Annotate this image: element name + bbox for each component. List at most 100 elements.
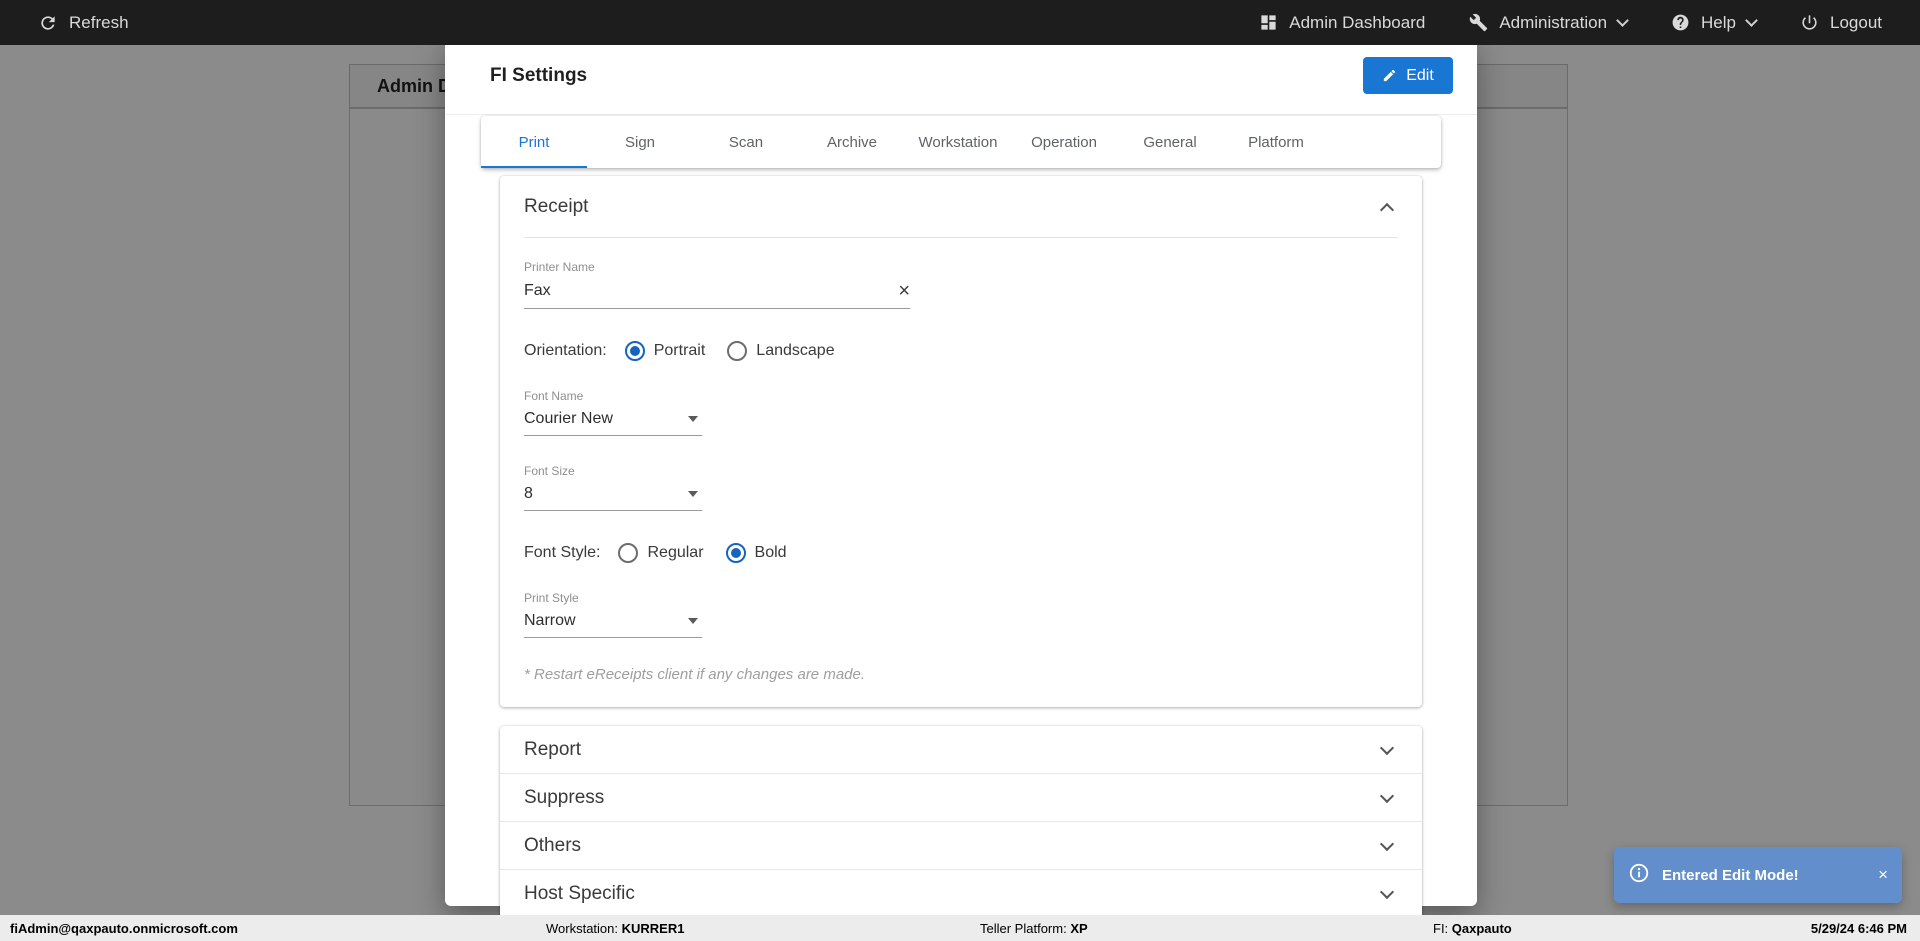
- fi-settings-dialog: FI Settings Edit Print Sign Scan Archive…: [445, 37, 1477, 918]
- accordion-report[interactable]: Report: [500, 726, 1422, 774]
- tab-general[interactable]: General: [1117, 116, 1223, 168]
- accordion-others-title: Others: [524, 834, 582, 856]
- receipt-accordion-header[interactable]: Receipt: [500, 176, 1422, 237]
- chevron-down-icon: [1379, 740, 1395, 755]
- font-name-group: Font Name Courier New: [524, 389, 702, 436]
- administration-label: Administration: [1499, 12, 1608, 32]
- chevron-down-icon: [1379, 788, 1395, 803]
- logout-button[interactable]: Logout: [1800, 13, 1882, 33]
- radio-regular[interactable]: Regular: [618, 543, 704, 563]
- dropdown-caret-icon: [688, 618, 698, 624]
- refresh-icon: [38, 13, 58, 33]
- tab-label: Archive: [826, 133, 878, 151]
- expand-button[interactable]: [1376, 739, 1398, 761]
- help-label: Help: [1701, 12, 1736, 32]
- tab-label: General: [1143, 133, 1197, 151]
- radio-portrait-label: Portrait: [653, 342, 706, 359]
- admin-dashboard-button[interactable]: Admin Dashboard: [1259, 13, 1425, 33]
- tab-operation[interactable]: Operation: [1011, 116, 1117, 168]
- expand-button[interactable]: [1376, 835, 1398, 857]
- logout-label: Logout: [1830, 12, 1882, 32]
- edit-mode-toast: Entered Edit Mode! ×: [1614, 847, 1902, 903]
- dropdown-caret-icon: [688, 416, 698, 422]
- chevron-down-icon: [1616, 13, 1629, 27]
- font-size-group: Font Size 8: [524, 464, 702, 511]
- tab-print[interactable]: Print: [481, 116, 587, 168]
- chevron-down-icon: [1745, 13, 1758, 27]
- chevron-down-icon: [1379, 836, 1395, 851]
- accordion-host-specific[interactable]: Host Specific: [500, 870, 1422, 918]
- tab-label: Platform: [1248, 133, 1304, 151]
- print-style-group: Print Style Narrow: [524, 591, 702, 638]
- chevron-down-icon: [1379, 884, 1395, 900]
- expand-button[interactable]: [1376, 883, 1398, 905]
- tab-label: Print: [518, 133, 550, 151]
- font-size-select[interactable]: 8: [524, 481, 702, 511]
- tab-archive[interactable]: Archive: [799, 116, 905, 168]
- printer-name-field[interactable]: Fax ×: [524, 277, 910, 309]
- toast-message: Entered Edit Mode!: [1662, 866, 1799, 884]
- radio-checked-icon: [725, 543, 746, 563]
- dialog-title: FI Settings: [490, 64, 588, 86]
- tab-label: Operation: [1031, 133, 1097, 151]
- tab-label: Sign: [624, 133, 656, 151]
- radio-checked-icon: [624, 341, 645, 361]
- printer-name-value: Fax: [524, 282, 551, 299]
- radio-bold-label: Bold: [754, 544, 787, 561]
- workstation-status: Workstation: KURRER1: [546, 921, 684, 936]
- wrench-icon: [1469, 13, 1488, 32]
- radio-landscape[interactable]: Landscape: [727, 341, 835, 361]
- radio-regular-label: Regular: [647, 544, 704, 561]
- user-email: fiAdmin@qaxpauto.onmicrosoft.com: [10, 921, 238, 936]
- radio-portrait[interactable]: Portrait: [624, 341, 706, 361]
- tab-sign[interactable]: Sign: [587, 116, 693, 168]
- administration-menu[interactable]: Administration: [1469, 12, 1629, 33]
- clear-icon[interactable]: ×: [898, 281, 910, 301]
- fi-value: Qaxpauto: [1451, 921, 1512, 936]
- teller-platform-status: Teller Platform: XP: [980, 921, 1088, 936]
- dialog-header: FI Settings Edit: [445, 37, 1477, 115]
- collapse-button[interactable]: [1376, 196, 1398, 218]
- accordion-host-specific-title: Host Specific: [524, 883, 635, 904]
- orientation-label: Orientation:: [524, 342, 607, 359]
- dashboard-grid-icon: [1259, 13, 1278, 32]
- radio-bold[interactable]: Bold: [725, 543, 787, 563]
- pencil-icon: [1384, 69, 1396, 82]
- teller-platform-value: XP: [1070, 921, 1088, 936]
- font-name-label: Font Name: [524, 389, 584, 403]
- fi-status: FI: Qaxpauto: [1433, 921, 1512, 936]
- toast-close-icon[interactable]: ×: [1878, 865, 1888, 885]
- accordion-report-title: Report: [524, 738, 582, 760]
- tab-scan[interactable]: Scan: [693, 116, 799, 168]
- edit-button-label: Edit: [1406, 66, 1434, 84]
- power-icon: [1800, 13, 1819, 32]
- chevron-up-icon: [1379, 202, 1395, 217]
- admin-dashboard-label: Admin Dashboard: [1289, 12, 1426, 32]
- tab-workstation[interactable]: Workstation: [905, 116, 1011, 168]
- accordion-suppress[interactable]: Suppress: [500, 774, 1422, 822]
- dropdown-caret-icon: [688, 491, 698, 497]
- tab-platform[interactable]: Platform: [1223, 116, 1329, 168]
- print-style-select[interactable]: Narrow: [524, 608, 702, 638]
- radio-unchecked-icon: [618, 543, 639, 563]
- status-bar: fiAdmin@qaxpauto.onmicrosoft.com Worksta…: [0, 915, 1920, 941]
- workstation-label: Workstation:: [546, 921, 622, 936]
- font-style-group: Font Style: Regular Bold: [524, 543, 1398, 563]
- print-style-label: Print Style: [524, 591, 579, 605]
- print-style-value: Narrow: [524, 612, 576, 629]
- orientation-group: Orientation: Portrait Landscape: [524, 341, 1398, 361]
- font-name-select[interactable]: Courier New: [524, 406, 702, 436]
- refresh-button[interactable]: Refresh: [38, 13, 129, 33]
- edit-button[interactable]: Edit: [1363, 57, 1453, 94]
- help-menu[interactable]: Help: [1671, 12, 1758, 33]
- teller-platform-label: Teller Platform:: [980, 921, 1071, 936]
- info-icon: [1628, 862, 1650, 889]
- receipt-body: Printer Name Fax × Orientation: Portrait…: [500, 260, 1422, 707]
- radio-landscape-label: Landscape: [756, 342, 835, 359]
- font-style-label: Font Style:: [524, 544, 601, 561]
- receipt-title: Receipt: [524, 195, 589, 217]
- accordion-others[interactable]: Others: [500, 822, 1422, 870]
- tab-label: Scan: [728, 133, 764, 151]
- font-size-value: 8: [524, 485, 533, 502]
- expand-button[interactable]: [1376, 787, 1398, 809]
